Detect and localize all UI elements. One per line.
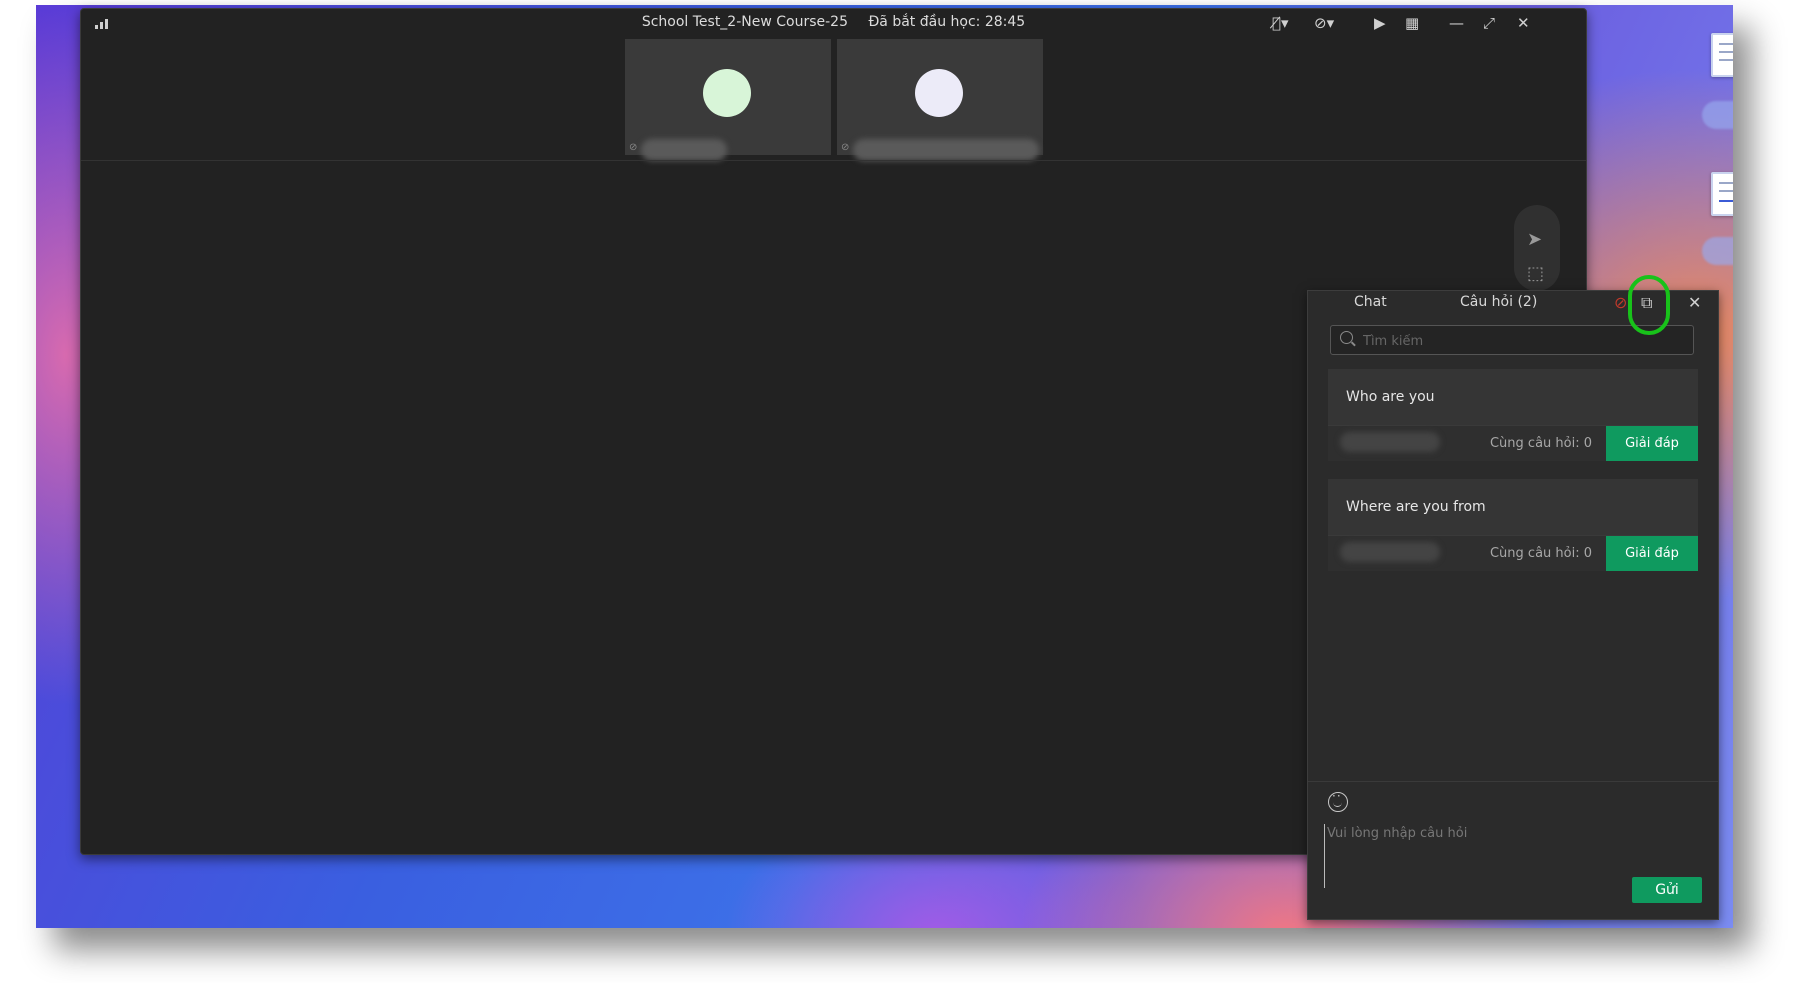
question-card: Where are you from Cùng câu hỏi: 0 Giải … [1328,479,1698,571]
question-card: Who are you Cùng câu hỏi: 0 Giải đáp [1328,369,1698,461]
participant-name-blurred [641,139,727,161]
answer-button[interactable]: Giải đáp [1606,536,1698,571]
mic-off-icon: ⊘ [841,142,850,153]
fullscreen-icon[interactable]: ⤢ [1483,15,1495,31]
search-icon [1340,331,1353,344]
close-panel-icon[interactable]: ✕ [1688,293,1701,312]
speaker-muted-icon[interactable]: ⊘▾ [1314,15,1334,31]
chat-disabled-icon[interactable]: ⊘ [1614,293,1627,312]
question-text: Who are you [1346,389,1435,405]
title-bar: School Test_2-New Course-25 Đã bắt đầu h… [81,9,1586,39]
elapsed-time: Đã bắt đầu học: 28:45 [868,14,1026,30]
participant-tile-1[interactable]: ⊘ [625,39,831,161]
search-input[interactable] [1361,330,1685,352]
send-button[interactable]: Gửi [1632,877,1702,903]
same-question-count: Cùng câu hỏi: 0 [1489,436,1592,451]
slide-thumbnail-1[interactable] [1711,33,1733,77]
mic-muted-icon[interactable]: 🎙̸▾ [1272,15,1289,31]
answer-button[interactable]: Giải đáp [1606,426,1698,461]
tab-chat[interactable]: Chat [1354,294,1387,310]
compose-area: Gửi [1308,781,1718,919]
asker-name-blurred [1340,432,1440,452]
minimize-icon[interactable]: — [1449,15,1464,31]
question-footer: Cùng câu hỏi: 0 Giải đáp [1328,535,1698,571]
avatar [915,69,963,117]
annotation-toolbar: ➤ ⬚ [1514,205,1560,291]
highlight-circle [1628,275,1670,335]
asker-name-blurred [1340,542,1440,562]
avatar [703,69,751,117]
pointer-icon[interactable]: ➤ [1527,229,1542,250]
participant-tile-2[interactable]: ⊘ [837,39,1043,161]
participant-name-blurred [853,139,1039,161]
close-icon[interactable]: ✕ [1517,15,1530,31]
window-title: School Test_2-New Course-25 Đã bắt đầu h… [81,14,1586,30]
emoji-icon[interactable] [1328,789,1348,812]
grid-layout-icon[interactable]: ▦ [1405,15,1419,31]
mic-off-icon: ⊘ [629,142,638,153]
tab-questions[interactable]: Câu hỏi (2) [1460,294,1537,310]
blurred-label-2 [1702,237,1733,265]
divider [81,160,1586,161]
blurred-label-1 [1702,101,1733,129]
chat-qa-panel: Chat Câu hỏi (2) ⊘ ⧉ ✕ Who are you Cùng … [1307,290,1719,920]
question-footer: Cùng câu hỏi: 0 Giải đáp [1328,425,1698,461]
same-question-count: Cùng câu hỏi: 0 [1489,546,1592,561]
select-area-icon[interactable]: ⬚ [1527,263,1544,284]
camera-icon[interactable]: ▶ [1374,15,1386,31]
question-text: Where are you from [1346,499,1486,515]
slide-thumbnail-2[interactable] [1711,172,1733,216]
course-title: School Test_2-New Course-25 [641,14,848,30]
